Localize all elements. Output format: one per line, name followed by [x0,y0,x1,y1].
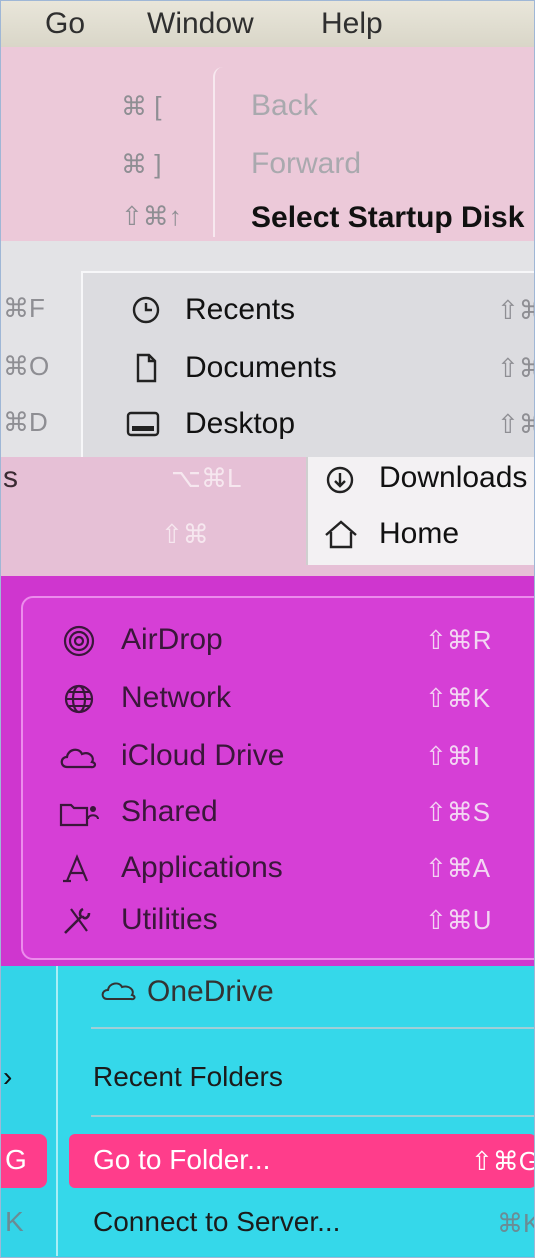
network-shortcut: ⇧⌘K [425,683,491,713]
utilities-shortcut: ⇧⌘U [425,905,492,935]
utilities-icon [59,903,93,937]
shared-folder-icon [57,795,99,829]
menu-item-go-to-folder[interactable]: Go to Folder... [93,1144,270,1176]
menu-separator [91,1115,534,1117]
menu-item-connect-to-server[interactable]: Connect to Server... [93,1206,340,1238]
submenu-arrow: › [3,1061,13,1092]
airdrop-icon [61,623,95,657]
screenshot-frame: Go Window Help ⌘ [ ⌘ ] ⇧⌘↑ Back Forward … [0,0,535,1258]
menu-item-icloud-drive[interactable]: iCloud Drive [121,739,284,773]
menu-item-network[interactable]: Network [121,681,231,715]
partial-connect-key: K [5,1206,24,1237]
go-to-folder-shortcut: ⇧⌘G [471,1146,535,1176]
menu-item-applications[interactable]: Applications [121,851,283,885]
partial-go-to-folder-key: G [5,1144,27,1175]
applications-icon [59,851,93,885]
applications-shortcut: ⇧⌘A [425,853,491,883]
airdrop-shortcut: ⇧⌘R [425,625,492,655]
connect-shortcut: ⌘K [497,1208,534,1238]
network-icon [61,681,95,715]
menu-item-recent-folders[interactable]: Recent Folders [93,1061,283,1093]
menu-item-onedrive[interactable]: OneDrive [147,975,274,1009]
onedrive-icon [99,975,136,1009]
menu-item-airdrop[interactable]: AirDrop [121,623,223,657]
menu-item-shared[interactable]: Shared [121,795,218,829]
cloud-icon [57,739,97,773]
menu-item-utilities[interactable]: Utilities [121,903,218,937]
icloud-shortcut: ⇧⌘I [425,741,481,771]
shared-shortcut: ⇧⌘S [425,797,491,827]
menu-separator [91,1027,534,1029]
